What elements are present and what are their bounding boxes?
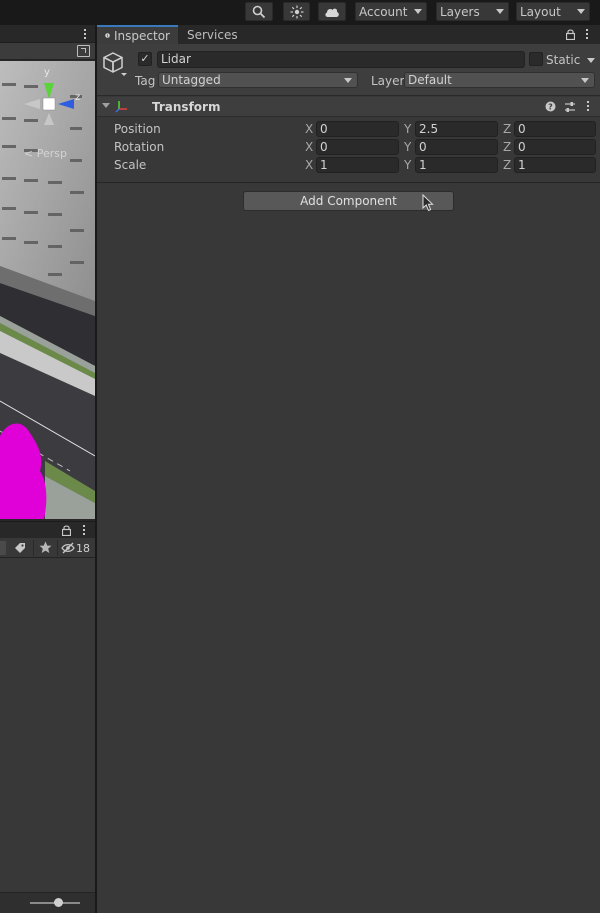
separator [33,540,34,556]
preset-icon[interactable] [564,101,576,113]
scale-row: Scale X 1 Y 1 Z 1 [97,156,600,174]
rotation-label: Rotation [114,140,165,154]
scale-label: Scale [114,158,147,172]
more-options-icon[interactable] [83,525,86,536]
tag-dropdown[interactable]: Untagged [158,72,358,88]
layout-label: Layout [520,4,561,19]
transform-header[interactable]: Transform ? [97,97,600,117]
rotation-y-field[interactable]: 0 [415,139,498,155]
layer-value: Default [408,73,452,87]
transform-title: Transform [152,100,221,114]
add-component-label: Add Component [300,194,397,208]
scale-x-field[interactable]: 1 [316,157,399,173]
object-name-field[interactable]: Lidar [157,51,525,68]
search-button[interactable] [245,2,273,21]
layers-label: Layers [440,4,480,19]
tab-services[interactable]: Services [179,25,246,44]
separator [57,540,58,556]
axis-x-label: X [305,122,314,136]
tag-icon[interactable] [14,542,26,554]
axis-y-label: Y [404,122,412,136]
layers-dropdown[interactable]: Layers [436,2,509,21]
lock-icon[interactable] [566,29,575,40]
chevron-down-icon [344,78,352,83]
layer-label: Layer [371,74,405,88]
zoom-slider-thumb[interactable] [54,898,63,907]
mouse-cursor-icon [422,194,434,212]
rotation-row: Rotation X 0 Y 0 Z 0 [97,138,600,156]
tab-inspector-label: Inspector [114,28,170,43]
position-label: Position [114,122,161,136]
collab-icon [290,5,303,18]
projection-label[interactable]: < Persp [24,147,67,160]
layout-dropdown[interactable]: Layout [516,2,590,21]
inspector-tab-bar: Inspector Services [97,25,600,44]
rotation-x-field[interactable]: 0 [316,139,399,155]
chevron-down-icon [577,9,585,14]
account-dropdown[interactable]: Account [355,2,427,21]
position-z-field[interactable]: 0 [514,121,596,137]
axis-z-label: Z [503,158,512,172]
position-x-field[interactable]: 0 [316,121,399,137]
scene-view[interactable]: y z < Persp [0,61,95,519]
eye-slash-icon [61,542,75,554]
gizmo-z-label: z [75,92,81,103]
hierarchy-footer [0,892,95,913]
more-options-icon[interactable] [586,29,589,40]
cloud-icon [325,8,339,17]
axis-y-label: Y [404,140,412,154]
more-options-icon[interactable] [84,29,87,40]
tag-label: Tag [135,74,156,88]
hierarchy-toolbar: 18 [0,538,95,558]
static-label: Static [546,53,581,67]
axis-y-label: Y [404,158,412,172]
axis-x-label: X [305,140,314,154]
tab-services-label: Services [187,27,238,42]
tag-value: Untagged [162,73,221,87]
star-icon[interactable] [39,541,52,554]
scene-toolbar [0,43,95,60]
position-row: Position X 0 Y 2.5 Z 0 [97,120,600,138]
active-checkbox[interactable]: ✓ [138,52,152,66]
component-divider [97,182,600,183]
scale-y-field[interactable]: 1 [415,157,498,173]
svg-text:?: ? [548,103,553,112]
hierarchy-tab-bar [0,521,95,538]
main-toolbar: Account Layers Layout [0,0,600,24]
account-label: Account [359,4,408,19]
chevron-down-icon [414,9,422,14]
maximize-icon[interactable] [77,45,90,57]
gameobject-icon[interactable] [102,51,128,77]
position-y-field[interactable]: 2.5 [415,121,498,137]
chevron-down-icon [496,9,504,14]
cloud-button[interactable] [318,2,346,21]
chevron-down-icon [581,78,589,83]
collab-button[interactable] [283,2,310,21]
layer-dropdown[interactable]: Default [404,72,595,88]
transform-icon [115,101,127,113]
gizmo-y-label: y [44,67,50,78]
orientation-gizmo[interactable]: y z [16,67,82,139]
hidden-count: 18 [76,541,90,555]
hidden-objects-toggle[interactable]: 18 [61,541,93,555]
rotation-z-field[interactable]: 0 [514,139,596,155]
lock-icon[interactable] [62,525,71,536]
axis-x-label: X [305,158,314,172]
search-icon [252,5,266,18]
scene-tab-bar [0,25,95,43]
axis-z-label: Z [503,140,512,154]
toolbar-edge [0,541,6,555]
foldout-arrow-icon[interactable] [102,103,110,108]
help-icon[interactable]: ? [545,101,556,112]
static-checkbox[interactable] [529,52,543,66]
inspector-body: ✓ Lidar Static Tag Untagged Layer Defaul… [97,44,600,913]
info-icon [105,33,110,38]
tab-inspector[interactable]: Inspector [97,25,178,44]
more-options-icon[interactable] [587,101,590,112]
chevron-down-icon[interactable] [587,58,595,63]
hierarchy-list[interactable] [0,558,95,892]
scale-z-field[interactable]: 1 [514,157,596,173]
axis-z-label: Z [503,122,512,136]
